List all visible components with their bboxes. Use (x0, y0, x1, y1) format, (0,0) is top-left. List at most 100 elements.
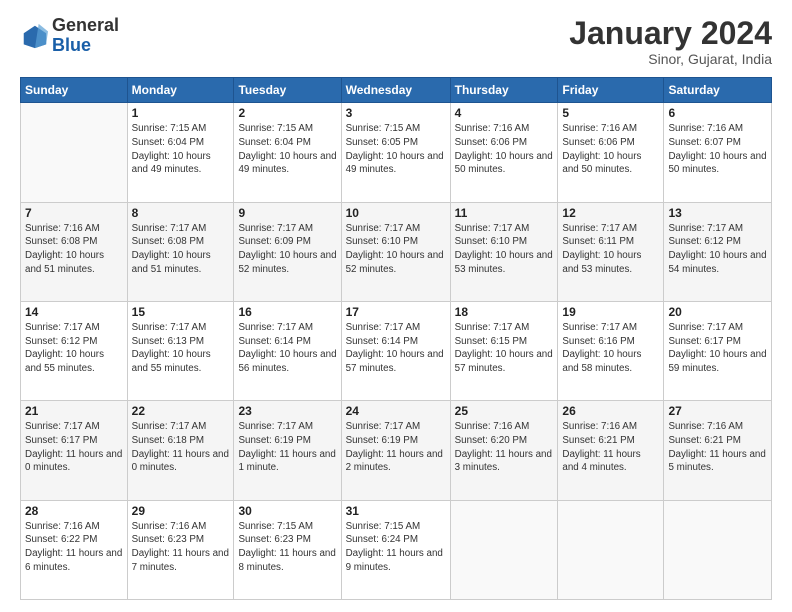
day-header-thursday: Thursday (450, 78, 558, 103)
day-info: Sunrise: 7:17 AM Sunset: 6:19 PM Dayligh… (238, 420, 336, 475)
calendar-cell: 23 Sunrise: 7:17 AM Sunset: 6:19 PM Dayli… (234, 401, 341, 500)
day-number: 1 (132, 106, 230, 120)
calendar-cell: 1 Sunrise: 7:15 AM Sunset: 6:04 PM Daylig… (127, 103, 234, 202)
header: General Blue January 2024 Sinor, Gujarat… (20, 16, 772, 67)
day-info: Sunrise: 7:16 AM Sunset: 6:07 PM Dayligh… (668, 122, 767, 177)
day-number: 26 (562, 404, 659, 418)
calendar-cell: 26 Sunrise: 7:16 AM Sunset: 6:21 PM Dayli… (558, 401, 664, 500)
day-info: Sunrise: 7:17 AM Sunset: 6:18 PM Dayligh… (132, 420, 230, 475)
calendar-body: 1 Sunrise: 7:15 AM Sunset: 6:04 PM Daylig… (21, 103, 772, 600)
day-number: 7 (25, 206, 123, 220)
day-info: Sunrise: 7:16 AM Sunset: 6:06 PM Dayligh… (562, 122, 659, 177)
day-number: 6 (668, 106, 767, 120)
calendar-week-3: 14Sunrise: 7:17 AM Sunset: 6:12 PM Dayli… (21, 301, 772, 400)
main-title: January 2024 (569, 16, 772, 51)
calendar-cell: 13Sunrise: 7:17 AM Sunset: 6:12 PM Dayli… (664, 202, 772, 301)
logo-line2: Blue (52, 36, 119, 56)
day-number: 23 (238, 404, 336, 418)
day-info: Sunrise: 7:15 AM Sunset: 6:05 PM Dayligh… (346, 122, 446, 177)
calendar-cell: 19Sunrise: 7:17 AM Sunset: 6:16 PM Dayli… (558, 301, 664, 400)
day-info: Sunrise: 7:17 AM Sunset: 6:10 PM Dayligh… (455, 222, 554, 277)
day-number: 20 (668, 305, 767, 319)
day-header-saturday: Saturday (664, 78, 772, 103)
calendar-cell: 18 Sunrise: 7:17 AM Sunset: 6:15 PM Dayli… (450, 301, 558, 400)
day-number: 17 (346, 305, 446, 319)
day-number: 3 (346, 106, 446, 120)
calendar-cell: 30Sunrise: 7:15 AM Sunset: 6:23 PM Dayli… (234, 500, 341, 599)
day-info: Sunrise: 7:17 AM Sunset: 6:09 PM Dayligh… (238, 222, 336, 277)
title-area: January 2024 Sinor, Gujarat, India (569, 16, 772, 67)
day-number: 25 (455, 404, 554, 418)
calendar-cell: 17 Sunrise: 7:17 AM Sunset: 6:14 PM Dayli… (341, 301, 450, 400)
calendar-cell: 16Sunrise: 7:17 AM Sunset: 6:14 PM Dayli… (234, 301, 341, 400)
calendar-cell: 11 Sunrise: 7:17 AM Sunset: 6:10 PM Dayli… (450, 202, 558, 301)
day-header-monday: Monday (127, 78, 234, 103)
day-info: Sunrise: 7:17 AM Sunset: 6:17 PM Dayligh… (25, 420, 123, 475)
day-info: Sunrise: 7:17 AM Sunset: 6:11 PM Dayligh… (562, 222, 659, 277)
day-info: Sunrise: 7:16 AM Sunset: 6:21 PM Dayligh… (668, 420, 767, 475)
calendar-cell (558, 500, 664, 599)
calendar-cell: 22 Sunrise: 7:17 AM Sunset: 6:18 PM Dayli… (127, 401, 234, 500)
day-number: 14 (25, 305, 123, 319)
day-number: 21 (25, 404, 123, 418)
day-info: Sunrise: 7:17 AM Sunset: 6:17 PM Dayligh… (668, 321, 767, 376)
day-info: Sunrise: 7:17 AM Sunset: 6:19 PM Dayligh… (346, 420, 446, 475)
logo: General Blue (20, 16, 119, 56)
logo-text: General Blue (52, 16, 119, 56)
day-info: Sunrise: 7:15 AM Sunset: 6:04 PM Dayligh… (132, 122, 230, 177)
calendar-header-row: SundayMondayTuesdayWednesdayThursdayFrid… (21, 78, 772, 103)
day-info: Sunrise: 7:16 AM Sunset: 6:21 PM Dayligh… (562, 420, 659, 475)
day-number: 15 (132, 305, 230, 319)
day-number: 11 (455, 206, 554, 220)
day-info: Sunrise: 7:17 AM Sunset: 6:10 PM Dayligh… (346, 222, 446, 277)
day-info: Sunrise: 7:16 AM Sunset: 6:23 PM Dayligh… (132, 520, 230, 575)
calendar-cell: 24Sunrise: 7:17 AM Sunset: 6:19 PM Dayli… (341, 401, 450, 500)
page: General Blue January 2024 Sinor, Gujarat… (0, 0, 792, 612)
day-number: 31 (346, 504, 446, 518)
day-number: 18 (455, 305, 554, 319)
calendar-cell: 10 Sunrise: 7:17 AM Sunset: 6:10 PM Dayli… (341, 202, 450, 301)
day-info: Sunrise: 7:17 AM Sunset: 6:15 PM Dayligh… (455, 321, 554, 376)
calendar-cell: 20 Sunrise: 7:17 AM Sunset: 6:17 PM Dayli… (664, 301, 772, 400)
logo-icon (20, 22, 48, 50)
calendar-cell: 25 Sunrise: 7:16 AM Sunset: 6:20 PM Dayli… (450, 401, 558, 500)
day-info: Sunrise: 7:16 AM Sunset: 6:20 PM Dayligh… (455, 420, 554, 475)
day-header-friday: Friday (558, 78, 664, 103)
calendar-week-5: 28Sunrise: 7:16 AM Sunset: 6:22 PM Dayli… (21, 500, 772, 599)
calendar-cell: 12Sunrise: 7:17 AM Sunset: 6:11 PM Dayli… (558, 202, 664, 301)
day-info: Sunrise: 7:15 AM Sunset: 6:24 PM Dayligh… (346, 520, 446, 575)
calendar-cell: 15 Sunrise: 7:17 AM Sunset: 6:13 PM Dayli… (127, 301, 234, 400)
day-info: Sunrise: 7:17 AM Sunset: 6:14 PM Dayligh… (346, 321, 446, 376)
day-header-tuesday: Tuesday (234, 78, 341, 103)
day-number: 9 (238, 206, 336, 220)
day-info: Sunrise: 7:16 AM Sunset: 6:06 PM Dayligh… (455, 122, 554, 177)
day-info: Sunrise: 7:15 AM Sunset: 6:04 PM Dayligh… (238, 122, 336, 177)
day-header-sunday: Sunday (21, 78, 128, 103)
calendar-cell: 6 Sunrise: 7:16 AM Sunset: 6:07 PM Daylig… (664, 103, 772, 202)
day-info: Sunrise: 7:16 AM Sunset: 6:22 PM Dayligh… (25, 520, 123, 575)
day-info: Sunrise: 7:17 AM Sunset: 6:12 PM Dayligh… (668, 222, 767, 277)
day-info: Sunrise: 7:17 AM Sunset: 6:08 PM Dayligh… (132, 222, 230, 277)
calendar-table: SundayMondayTuesdayWednesdayThursdayFrid… (20, 77, 772, 600)
calendar-cell (664, 500, 772, 599)
day-number: 10 (346, 206, 446, 220)
calendar-week-4: 21 Sunrise: 7:17 AM Sunset: 6:17 PM Dayli… (21, 401, 772, 500)
calendar-cell: 28Sunrise: 7:16 AM Sunset: 6:22 PM Dayli… (21, 500, 128, 599)
day-number: 5 (562, 106, 659, 120)
day-number: 22 (132, 404, 230, 418)
calendar-cell: 29Sunrise: 7:16 AM Sunset: 6:23 PM Dayli… (127, 500, 234, 599)
day-number: 16 (238, 305, 336, 319)
calendar-cell: 21 Sunrise: 7:17 AM Sunset: 6:17 PM Dayli… (21, 401, 128, 500)
calendar-cell: 7Sunrise: 7:16 AM Sunset: 6:08 PM Daylig… (21, 202, 128, 301)
calendar-cell: 5 Sunrise: 7:16 AM Sunset: 6:06 PM Daylig… (558, 103, 664, 202)
calendar-cell: 4 Sunrise: 7:16 AM Sunset: 6:06 PM Daylig… (450, 103, 558, 202)
day-number: 19 (562, 305, 659, 319)
calendar-cell (21, 103, 128, 202)
day-info: Sunrise: 7:17 AM Sunset: 6:13 PM Dayligh… (132, 321, 230, 376)
day-number: 4 (455, 106, 554, 120)
calendar-cell: 9 Sunrise: 7:17 AM Sunset: 6:09 PM Daylig… (234, 202, 341, 301)
calendar-cell: 14Sunrise: 7:17 AM Sunset: 6:12 PM Dayli… (21, 301, 128, 400)
day-info: Sunrise: 7:15 AM Sunset: 6:23 PM Dayligh… (238, 520, 336, 575)
day-number: 27 (668, 404, 767, 418)
calendar-cell (450, 500, 558, 599)
